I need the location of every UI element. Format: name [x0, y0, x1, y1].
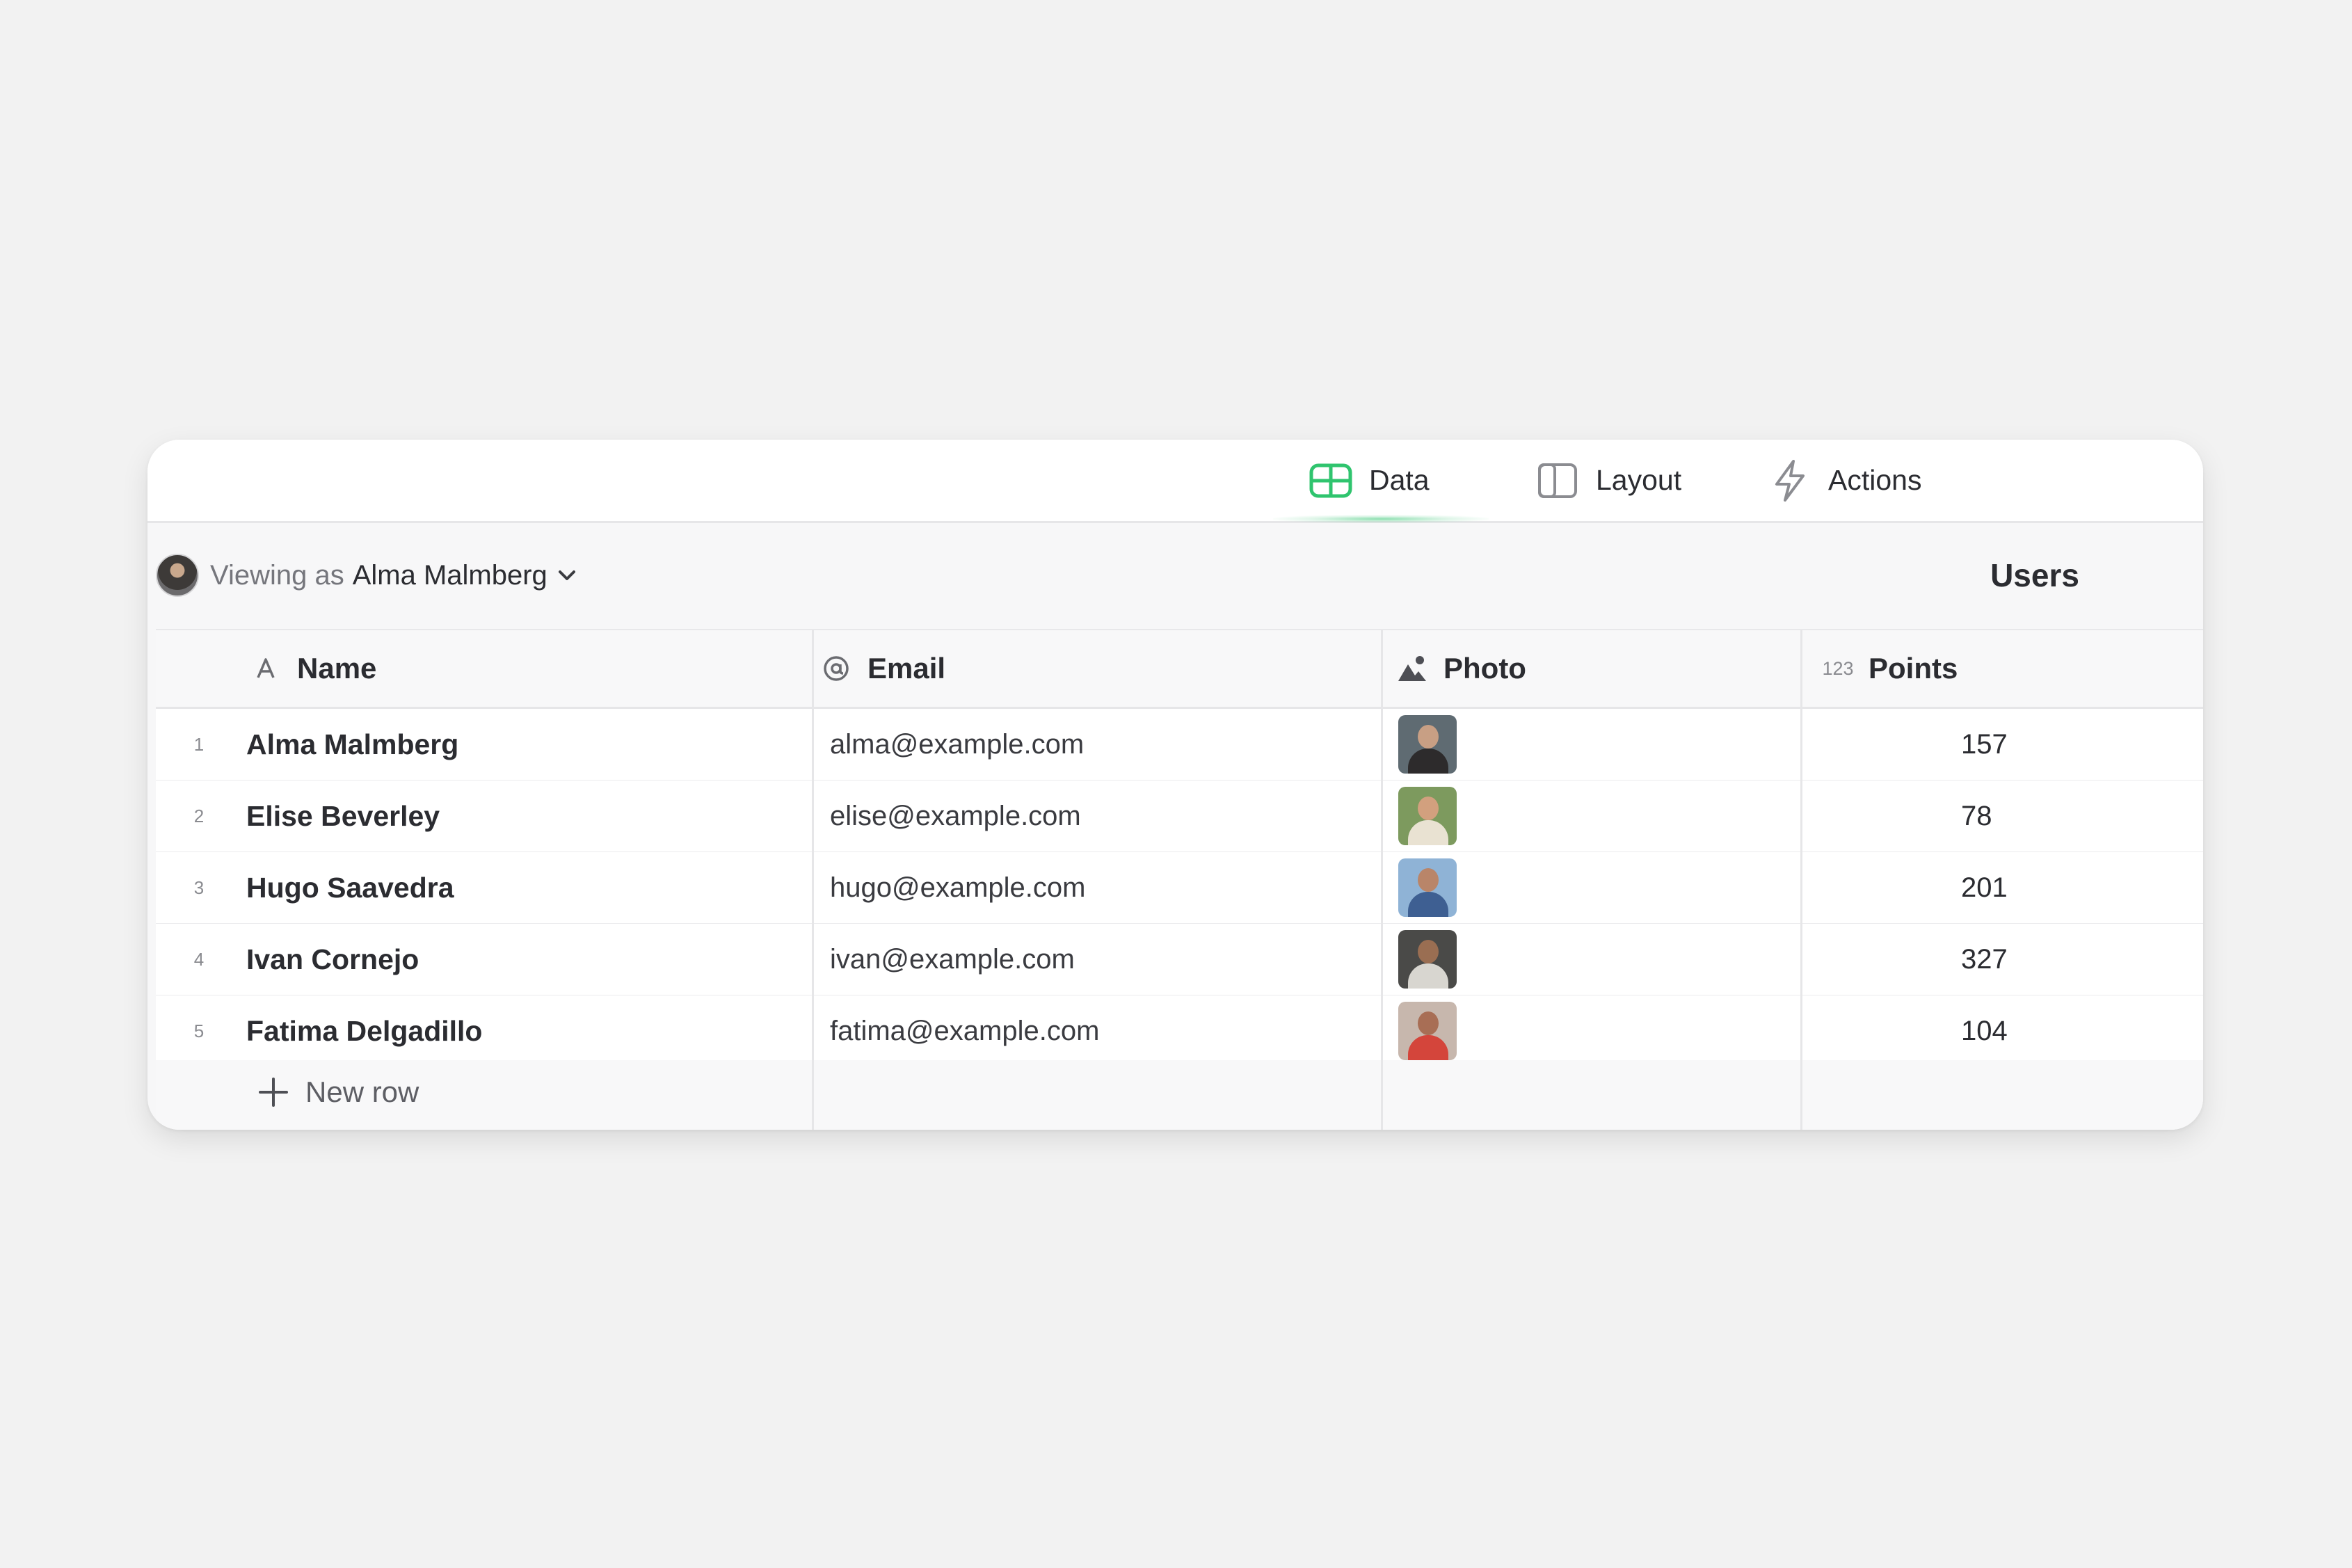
- column-divider: [812, 630, 814, 1130]
- points-cell[interactable]: 327: [1961, 924, 2008, 995]
- user-photo: [1398, 715, 1457, 774]
- email-cell[interactable]: elise@example.com: [830, 781, 1081, 851]
- user-photo: [1398, 787, 1457, 845]
- tab-data[interactable]: Data: [1309, 440, 1430, 521]
- app-window: Data Layout Actions Viewing as Alma Malm…: [147, 440, 2203, 1130]
- tab-data-label: Data: [1369, 464, 1430, 496]
- grid-header: Name Email Photo 123 Points: [156, 630, 2203, 709]
- image-icon: [1396, 653, 1428, 685]
- row-number: 3: [193, 877, 205, 898]
- bolt-icon: [1768, 459, 1811, 502]
- column-header-name[interactable]: Name: [250, 630, 376, 707]
- tab-layout-label: Layout: [1596, 464, 1682, 496]
- text-type-icon: [250, 653, 282, 685]
- table-row[interactable]: 1 Alma Malmberg alma@example.com 157: [156, 709, 2203, 782]
- photo-cell[interactable]: [1398, 852, 1457, 923]
- column-header-photo[interactable]: Photo: [1396, 630, 1526, 707]
- user-photo: [1398, 858, 1457, 917]
- column-header-points[interactable]: 123 Points: [1817, 630, 1958, 707]
- number-type-icon: 123: [1822, 657, 1854, 679]
- column-header-label: Email: [867, 652, 946, 685]
- column-header-label: Points: [1869, 652, 1958, 685]
- chevron-down-icon: [557, 565, 578, 586]
- layout-icon: [1536, 459, 1579, 502]
- row-number: 1: [193, 733, 205, 755]
- top-tab-bar: Data Layout Actions: [147, 440, 2203, 523]
- table-row[interactable]: 5 Fatima Delgadillo fatima@example.com 1…: [156, 995, 2203, 1069]
- viewing-as-selector[interactable]: Viewing as Alma Malmberg: [156, 551, 578, 600]
- new-row-button[interactable]: New row: [257, 1060, 419, 1124]
- column-divider: [1800, 630, 1802, 1130]
- data-grid: Name Email Photo 123 Points 1 Alma Malmb…: [156, 629, 2203, 1130]
- new-row-bar: New row: [156, 1060, 2203, 1130]
- table-row[interactable]: 3 Hugo Saavedra hugo@example.com 201: [156, 852, 2203, 925]
- photo-cell[interactable]: [1398, 995, 1457, 1066]
- row-number: 4: [193, 948, 205, 970]
- email-cell[interactable]: fatima@example.com: [830, 995, 1099, 1066]
- tab-layout[interactable]: Layout: [1536, 440, 1681, 521]
- column-header-label: Photo: [1443, 652, 1526, 685]
- points-cell[interactable]: 78: [1961, 781, 1992, 851]
- name-cell[interactable]: Hugo Saavedra: [246, 852, 454, 923]
- photo-cell[interactable]: [1398, 781, 1457, 851]
- column-header-label: Name: [297, 652, 377, 685]
- new-row-label: New row: [305, 1075, 419, 1108]
- points-cell[interactable]: 157: [1961, 709, 2008, 780]
- page-title: Users: [1990, 557, 2079, 593]
- viewing-as-user: Alma Malmberg: [352, 559, 547, 591]
- name-cell[interactable]: Elise Beverley: [246, 781, 440, 851]
- email-cell[interactable]: ivan@example.com: [830, 924, 1075, 995]
- row-number: 5: [193, 1020, 205, 1041]
- email-cell[interactable]: hugo@example.com: [830, 852, 1085, 923]
- tab-actions-label: Actions: [1828, 464, 1922, 496]
- row-number: 2: [193, 805, 205, 826]
- table-row[interactable]: 2 Elise Beverley elise@example.com 78: [156, 781, 2203, 854]
- table-row[interactable]: 4 Ivan Cornejo ivan@example.com 327: [156, 924, 2203, 997]
- viewing-as-label: Viewing as: [210, 559, 344, 591]
- column-divider: [1381, 630, 1383, 1130]
- photo-cell[interactable]: [1398, 924, 1457, 995]
- avatar: [156, 554, 199, 597]
- tab-actions[interactable]: Actions: [1768, 440, 1921, 521]
- table-icon: [1309, 459, 1352, 502]
- plus-icon: [257, 1075, 290, 1109]
- email-cell[interactable]: alma@example.com: [830, 709, 1084, 780]
- points-cell[interactable]: 201: [1961, 852, 2008, 923]
- user-photo: [1398, 1002, 1457, 1060]
- at-sign-icon: [820, 653, 852, 685]
- column-header-email[interactable]: Email: [820, 630, 945, 707]
- active-tab-indicator: [1273, 515, 1489, 523]
- name-cell[interactable]: Fatima Delgadillo: [246, 995, 482, 1066]
- points-cell[interactable]: 104: [1961, 995, 2008, 1066]
- photo-cell[interactable]: [1398, 709, 1457, 780]
- user-photo: [1398, 930, 1457, 989]
- name-cell[interactable]: Alma Malmberg: [246, 709, 458, 780]
- name-cell[interactable]: Ivan Cornejo: [246, 924, 419, 995]
